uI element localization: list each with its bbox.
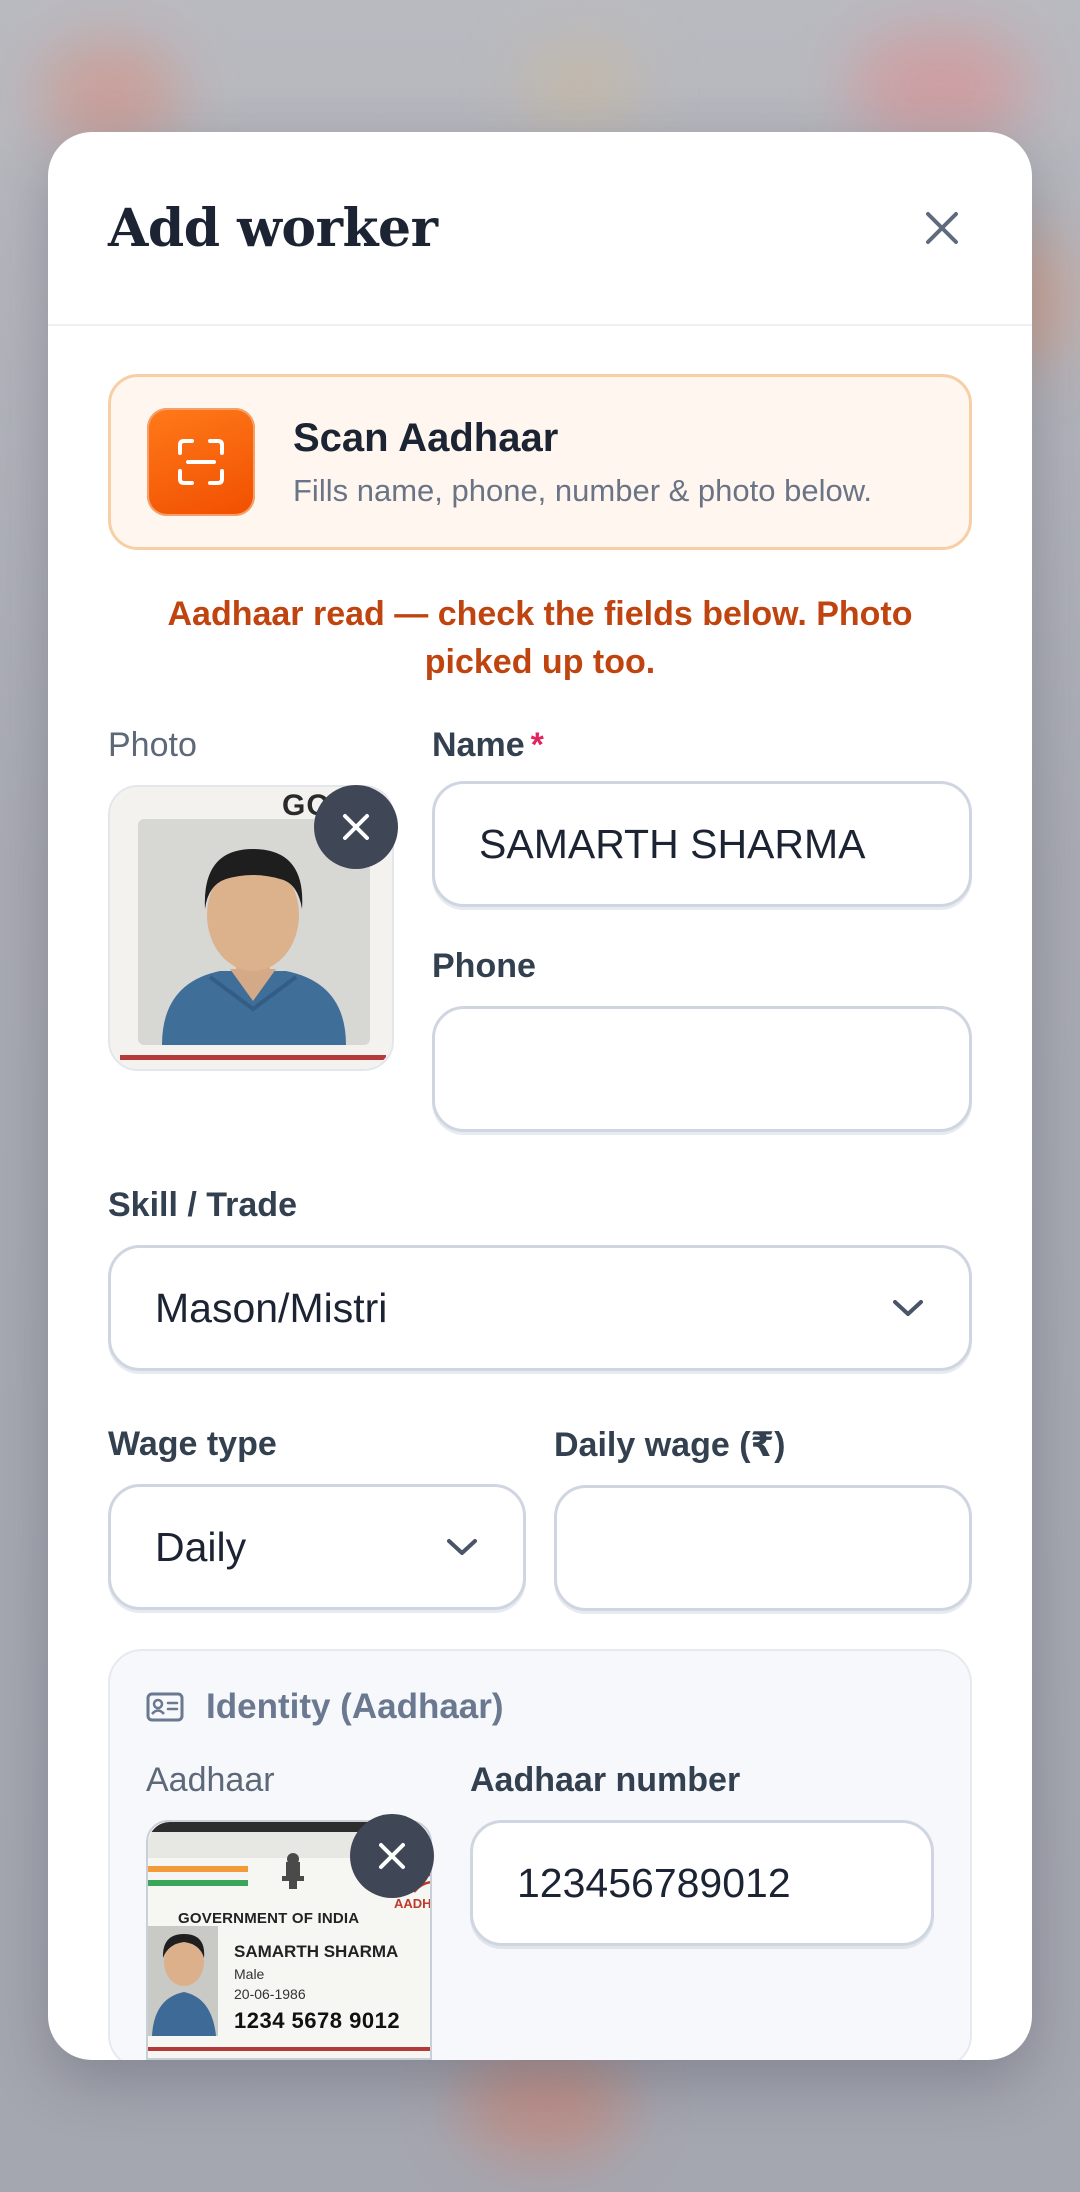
close-icon bbox=[379, 1843, 405, 1869]
wage-type-value: Daily bbox=[155, 1523, 247, 1570]
scan-subtitle: Fills name, phone, number & photo below. bbox=[293, 472, 873, 508]
identity-section: Identity (Aadhaar) Aadhaar GOVERNMENT OF… bbox=[108, 1649, 972, 2060]
worker-photo: GO bbox=[108, 785, 398, 1071]
identity-heading: Identity (Aadhaar) bbox=[206, 1687, 504, 1726]
chevron-down-icon bbox=[893, 1300, 923, 1316]
aadhaar-number-input[interactable]: 123456789012 bbox=[470, 1820, 934, 1946]
aadhaar-dob: 20-06-1986 bbox=[234, 1986, 306, 2002]
wage-type-select[interactable]: Daily bbox=[108, 1484, 526, 1610]
scan-status-message: Aadhaar read — check the fields below. P… bbox=[167, 595, 913, 681]
aadhaar-number-value: 123456789012 bbox=[517, 1859, 791, 1906]
aadhaar-gender: Male bbox=[234, 1966, 265, 1982]
close-icon bbox=[343, 814, 369, 840]
phone-label: Phone bbox=[432, 947, 536, 985]
close-icon bbox=[926, 212, 958, 244]
name-label: Name * bbox=[432, 726, 544, 764]
remove-aadhaar-button[interactable] bbox=[350, 1814, 434, 1898]
aadhaar-number-label: Aadhaar number bbox=[470, 1761, 741, 1799]
aadhaar-brand-text: AADH bbox=[394, 1896, 430, 1911]
scan-aadhaar-button[interactable]: Scan Aadhaar Fills name, phone, number &… bbox=[108, 374, 972, 550]
chevron-down-icon bbox=[447, 1539, 477, 1555]
daily-wage-input[interactable] bbox=[554, 1485, 972, 1611]
photo-label: Photo bbox=[108, 726, 197, 764]
remove-photo-button[interactable] bbox=[314, 785, 398, 869]
id-card-icon bbox=[146, 1692, 184, 1722]
aadhaar-card-image: GOVERNMENT OF INDIA AADH SAMARTH SHARMA … bbox=[146, 1814, 434, 2060]
close-button[interactable] bbox=[912, 198, 972, 258]
skill-value: Mason/Mistri bbox=[155, 1284, 388, 1331]
modal-title: Add worker bbox=[108, 197, 438, 259]
scan-title: Scan Aadhaar bbox=[293, 415, 559, 460]
required-mark: * bbox=[530, 726, 544, 764]
aadhaar-card-number: 1234 5678 9012 bbox=[234, 2008, 401, 2033]
add-worker-modal: Add worker Scan Aadhaar Fills name, phon… bbox=[48, 132, 1032, 2060]
aadhaar-holder-name: SAMARTH SHARMA bbox=[234, 1942, 399, 1961]
skill-select[interactable]: Mason/Mistri bbox=[108, 1245, 972, 1371]
daily-wage-label: Daily wage (₹) bbox=[554, 1426, 786, 1464]
aadhaar-gov-text: GOVERNMENT OF INDIA bbox=[178, 1910, 360, 1927]
modal-header: Add worker bbox=[48, 132, 1032, 326]
aadhaar-image-label: Aadhaar bbox=[146, 1761, 275, 1799]
wage-type-label: Wage type bbox=[108, 1425, 277, 1463]
phone-input[interactable] bbox=[432, 1006, 972, 1132]
name-value: SAMARTH SHARMA bbox=[479, 820, 866, 867]
scan-icon bbox=[147, 408, 255, 516]
skill-label: Skill / Trade bbox=[108, 1186, 297, 1224]
name-input[interactable]: SAMARTH SHARMA bbox=[432, 781, 972, 907]
